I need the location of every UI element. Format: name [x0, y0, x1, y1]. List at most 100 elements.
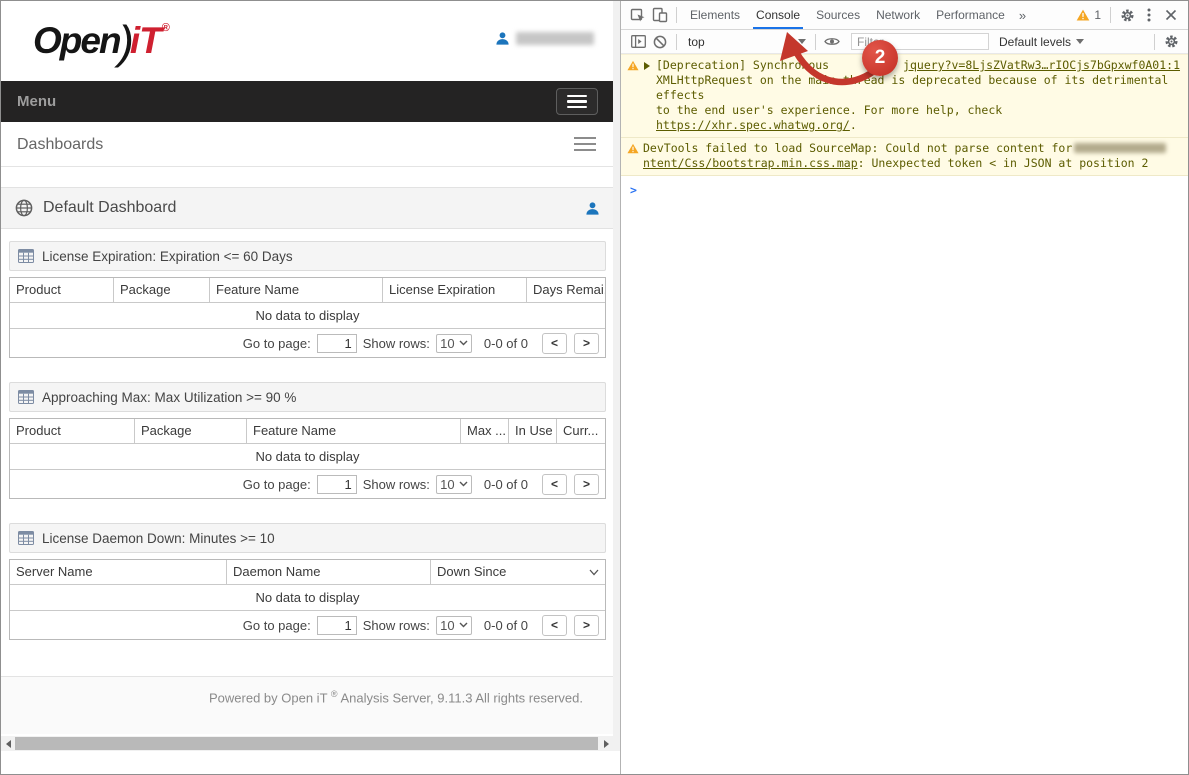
message-text: to the end user's experience. For more h…	[643, 103, 1180, 133]
tab-elements[interactable]: Elements	[682, 1, 748, 29]
tab-console[interactable]: Console	[748, 1, 808, 29]
console-warning-deprecation: [Deprecation] Synchronous jquery?v=8LjsZ…	[621, 54, 1188, 138]
redacted-url-fragment	[1074, 143, 1166, 153]
panel-caption[interactable]: License Expiration: Expiration <= 60 Day…	[9, 241, 606, 271]
inspect-cursor-icon[interactable]	[627, 4, 649, 26]
footer-text: Powered by Open iT ® Analysis Server, 9.…	[196, 677, 596, 705]
expand-triangle-icon[interactable]	[644, 62, 650, 70]
table-grid-icon	[18, 249, 34, 263]
warning-count: 1	[1094, 8, 1101, 22]
vertical-scrollbar[interactable]	[613, 1, 620, 751]
row-range-label: 0-0 of 0	[484, 477, 528, 492]
data-grid: Product Package Feature Name Max ... In …	[9, 418, 606, 499]
column-header[interactable]: Feature Name	[247, 419, 461, 443]
prompt-chevron: >	[630, 183, 637, 197]
close-icon[interactable]	[1160, 4, 1182, 26]
javascript-context-select[interactable]: top	[684, 35, 810, 49]
dashboards-menu-button[interactable]	[574, 137, 596, 151]
chevron-down-icon	[459, 481, 468, 487]
scroll-left-arrow[interactable]	[1, 736, 15, 751]
rows-value: 10	[440, 336, 454, 351]
column-header[interactable]: Feature Name	[210, 278, 383, 302]
next-page-button[interactable]: >	[574, 615, 599, 636]
page-number-input[interactable]	[317, 616, 357, 635]
more-tabs-chevron[interactable]: »	[1013, 8, 1032, 23]
widget-license-expiration: License Expiration: Expiration <= 60 Day…	[9, 241, 606, 358]
horizontal-scrollbar-thumb[interactable]	[15, 737, 598, 750]
person-icon	[585, 201, 600, 216]
column-header[interactable]: License Expiration	[383, 278, 527, 302]
log-levels-select[interactable]: Default levels	[999, 35, 1084, 49]
next-page-button[interactable]: >	[574, 474, 599, 495]
dashboard-header[interactable]: Default Dashboard	[1, 187, 620, 229]
tab-network[interactable]: Network	[868, 1, 928, 29]
panel-title: License Expiration: Expiration <= 60 Day…	[42, 249, 293, 264]
chevron-down-icon	[459, 622, 468, 628]
data-grid: Server Name Daemon Name Down Since No da…	[9, 559, 606, 640]
chevron-down-icon	[459, 340, 468, 346]
clear-console-icon[interactable]	[649, 31, 671, 53]
console-sidebar-icon[interactable]	[627, 31, 649, 53]
breadcrumb-row: Dashboards	[1, 122, 620, 167]
device-toolbar-icon[interactable]	[649, 4, 671, 26]
pager: Go to page: Show rows: 10 0-0 of 0 < >	[10, 611, 605, 639]
panel-caption[interactable]: License Daemon Down: Minutes >= 10	[9, 523, 606, 553]
prev-page-button[interactable]: <	[542, 474, 567, 495]
empty-table-message: No data to display	[10, 303, 605, 329]
console-toolbar: top Default levels	[621, 30, 1188, 54]
console-settings-gear-icon[interactable]	[1160, 31, 1182, 53]
page-footer: Powered by Open iT ® Analysis Server, 9.…	[1, 676, 620, 734]
page-number-input[interactable]	[317, 334, 357, 353]
column-header[interactable]: Server Name	[10, 560, 227, 584]
column-header[interactable]: Down Since	[431, 560, 605, 584]
openit-logo: Open)iT®	[33, 15, 170, 69]
column-header[interactable]: Product	[10, 278, 114, 302]
context-value: top	[688, 35, 705, 49]
prev-page-button[interactable]: <	[542, 615, 567, 636]
column-header[interactable]: Max ...	[461, 419, 509, 443]
column-header[interactable]: Curr...	[557, 419, 605, 443]
kebab-menu-icon[interactable]	[1138, 4, 1160, 26]
data-grid: Product Package Feature Name License Exp…	[9, 277, 606, 358]
rows-per-page-select[interactable]: 10	[436, 475, 472, 494]
sourcemap-link[interactable]: ntent/Css/bootstrap.min.css.map	[643, 156, 858, 170]
column-header[interactable]: Days Remai...	[527, 278, 605, 302]
source-location-link[interactable]: jquery?v=8LjsZVatRw3…rIOCjs7bGpxwf0A01:1	[891, 58, 1180, 73]
logged-in-user[interactable]	[495, 31, 594, 46]
show-rows-label: Show rows:	[363, 477, 430, 492]
column-header[interactable]: Package	[135, 419, 247, 443]
scroll-right-arrow[interactable]	[599, 736, 613, 751]
dashboard-user-button[interactable]	[585, 201, 600, 216]
tab-performance[interactable]: Performance	[928, 1, 1013, 29]
logo-suffix: iT	[130, 20, 161, 61]
column-menu-chevron-icon[interactable]	[589, 569, 599, 576]
page-title: Default Dashboard	[43, 199, 176, 217]
warning-triangle-icon	[627, 143, 639, 154]
panel-caption[interactable]: Approaching Max: Max Utilization >= 90 %	[9, 382, 606, 412]
devtools-tab-bar: Elements Console Sources Network Perform…	[621, 1, 1188, 30]
column-header[interactable]: Package	[114, 278, 210, 302]
rows-per-page-select[interactable]: 10	[436, 616, 472, 635]
tab-sources[interactable]: Sources	[808, 1, 868, 29]
page-number-input[interactable]	[317, 475, 357, 494]
navbar-toggle-button[interactable]	[556, 88, 598, 115]
row-range-label: 0-0 of 0	[484, 336, 528, 351]
panel-title: Approaching Max: Max Utilization >= 90 %	[42, 390, 296, 405]
rows-per-page-select[interactable]: 10	[436, 334, 472, 353]
chevron-down-icon	[798, 39, 806, 44]
column-header[interactable]: In Use	[509, 419, 557, 443]
horizontal-scrollbar[interactable]	[1, 736, 613, 751]
column-header[interactable]: Product	[10, 419, 135, 443]
spec-link[interactable]: https://xhr.spec.whatwg.org/	[656, 118, 850, 132]
devtools-panel: Elements Console Sources Network Perform…	[620, 1, 1188, 774]
prev-page-button[interactable]: <	[542, 333, 567, 354]
browser-page: Open)iT® Menu Dashboards Default Dash	[1, 1, 620, 774]
gear-icon[interactable]	[1116, 4, 1138, 26]
user-name-redacted	[516, 32, 594, 45]
issues-warning-counter[interactable]: 1	[1076, 8, 1101, 22]
next-page-button[interactable]: >	[574, 333, 599, 354]
column-header-label: Down Since	[437, 560, 506, 584]
column-header[interactable]: Daemon Name	[227, 560, 431, 584]
console-prompt[interactable]: >	[621, 176, 1188, 197]
eye-icon[interactable]	[821, 31, 843, 53]
